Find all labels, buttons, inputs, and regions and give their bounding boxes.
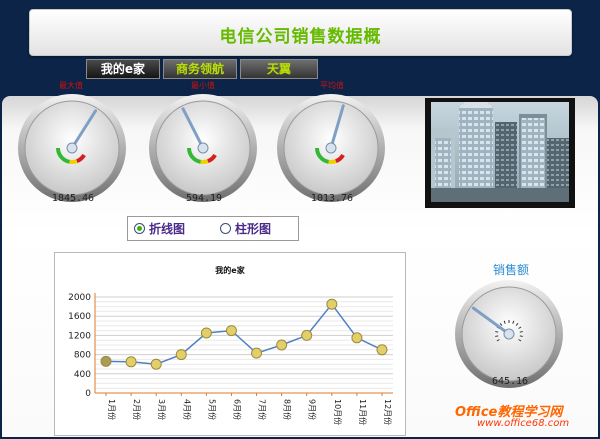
sales-gauge bbox=[455, 280, 563, 388]
gauge-min-label: 最小值 bbox=[191, 81, 215, 90]
chart-y-tick-label: 800 bbox=[74, 351, 91, 361]
title-bar: 电信公司销售数据概 bbox=[29, 9, 572, 56]
gauge-hub bbox=[503, 328, 515, 340]
chart-x-tick-label: 10月份 bbox=[333, 399, 343, 425]
chart-y-tick-label: 1200 bbox=[68, 331, 91, 341]
gauge-min-value: 594.19 bbox=[185, 193, 223, 204]
gauge-band bbox=[200, 159, 209, 164]
chart-data-point bbox=[376, 344, 388, 356]
chart-x-tick-label: 5月份 bbox=[207, 399, 217, 420]
gauge-tick bbox=[495, 335, 499, 337]
tab-my-ehome[interactable]: 我的e家 bbox=[86, 59, 160, 79]
chart-x-tick-label: 9月份 bbox=[308, 399, 318, 420]
chart-x-tick-label: 8月份 bbox=[283, 399, 293, 420]
chart-data-point bbox=[200, 327, 212, 339]
gauge-avg-label: 平均值 bbox=[320, 81, 344, 90]
chart-y-tick-label: 0 bbox=[85, 389, 91, 399]
chart-data-point bbox=[150, 358, 162, 370]
chart-x-tick-label: 4月份 bbox=[182, 399, 192, 420]
gauge-min bbox=[149, 94, 257, 202]
chart-y-tick-label: 2000 bbox=[68, 293, 91, 303]
chart-x-tick-label: 2月份 bbox=[132, 399, 142, 420]
sales-gauge-value: 645.16 bbox=[491, 376, 529, 387]
gauge-avg bbox=[277, 94, 385, 202]
chart-x-tick-label: 3月份 bbox=[157, 399, 167, 420]
radio-line-chart-label: 折线图 bbox=[149, 221, 186, 236]
chart-x-tick-label: 1月份 bbox=[107, 399, 117, 420]
chart-data-point bbox=[276, 339, 288, 351]
gauge-max-value: 1845.46 bbox=[51, 193, 95, 204]
chart-x-tick-label: 7月份 bbox=[258, 399, 268, 420]
gauge-tick bbox=[519, 331, 523, 333]
chart-series-line bbox=[105, 302, 383, 365]
gauge-tick bbox=[519, 335, 523, 337]
sales-gauge-label: 销售额 bbox=[492, 263, 529, 277]
gauge-hub bbox=[197, 142, 209, 154]
chart-type-toggle: 折线图 柱形图 bbox=[127, 216, 299, 241]
radio-selected-icon bbox=[134, 222, 145, 234]
gauge-max bbox=[18, 94, 126, 202]
gauge-band bbox=[328, 159, 337, 164]
site-watermark: Office教程学习网 www.office68.com bbox=[455, 401, 600, 437]
gauge-hub bbox=[325, 142, 337, 154]
chart-data-point bbox=[225, 325, 237, 337]
gauge-avg-value: 1013.76 bbox=[310, 193, 354, 204]
chart-data-point bbox=[351, 332, 363, 344]
radio-bar-chart[interactable]: 柱形图 bbox=[220, 220, 271, 236]
watermark-url: www.office68.com bbox=[477, 418, 570, 429]
radio-line-chart[interactable]: 折线图 bbox=[134, 220, 185, 236]
chart-x-tick-label: 12月份 bbox=[383, 399, 393, 425]
chart-data-point bbox=[326, 298, 338, 310]
chart-data-point bbox=[100, 355, 112, 367]
gauge-max-label: 最大值 bbox=[59, 81, 83, 90]
gauge-tick bbox=[495, 331, 499, 333]
chart-data-point bbox=[125, 356, 137, 368]
gauge-hub bbox=[66, 142, 78, 154]
tab-business-pilot[interactable]: 商务领航 bbox=[163, 59, 237, 79]
gauge-band bbox=[69, 159, 78, 164]
chart-data-point bbox=[301, 329, 313, 341]
chart-data-point bbox=[175, 349, 187, 361]
tab-tianyi[interactable]: 天翼 bbox=[240, 59, 318, 79]
chart-y-tick-label: 400 bbox=[74, 370, 91, 380]
sales-line-chart: 我的e家 0 400 800 1200 1600 2000 1月份 2月份 3月份 4月份 5月份… bbox=[54, 252, 406, 436]
chart-title: 我的e家 bbox=[215, 265, 245, 275]
line-chart-svg: 我的e家 0 400 800 1200 1600 2000 1月份 2月份 3月份 4月份 5月份… bbox=[68, 265, 393, 425]
chart-y-tick-label: 1600 bbox=[68, 312, 91, 322]
radio-bar-chart-label: 柱形图 bbox=[235, 221, 272, 236]
chart-data-point bbox=[251, 347, 263, 359]
page-title: 电信公司销售数据概 bbox=[219, 27, 382, 47]
chart-x-tick-label: 11月份 bbox=[358, 399, 368, 425]
chart-x-tick-label: 6月份 bbox=[232, 399, 242, 420]
radio-unselected-icon bbox=[220, 222, 231, 234]
city-skyline-image bbox=[425, 98, 575, 208]
